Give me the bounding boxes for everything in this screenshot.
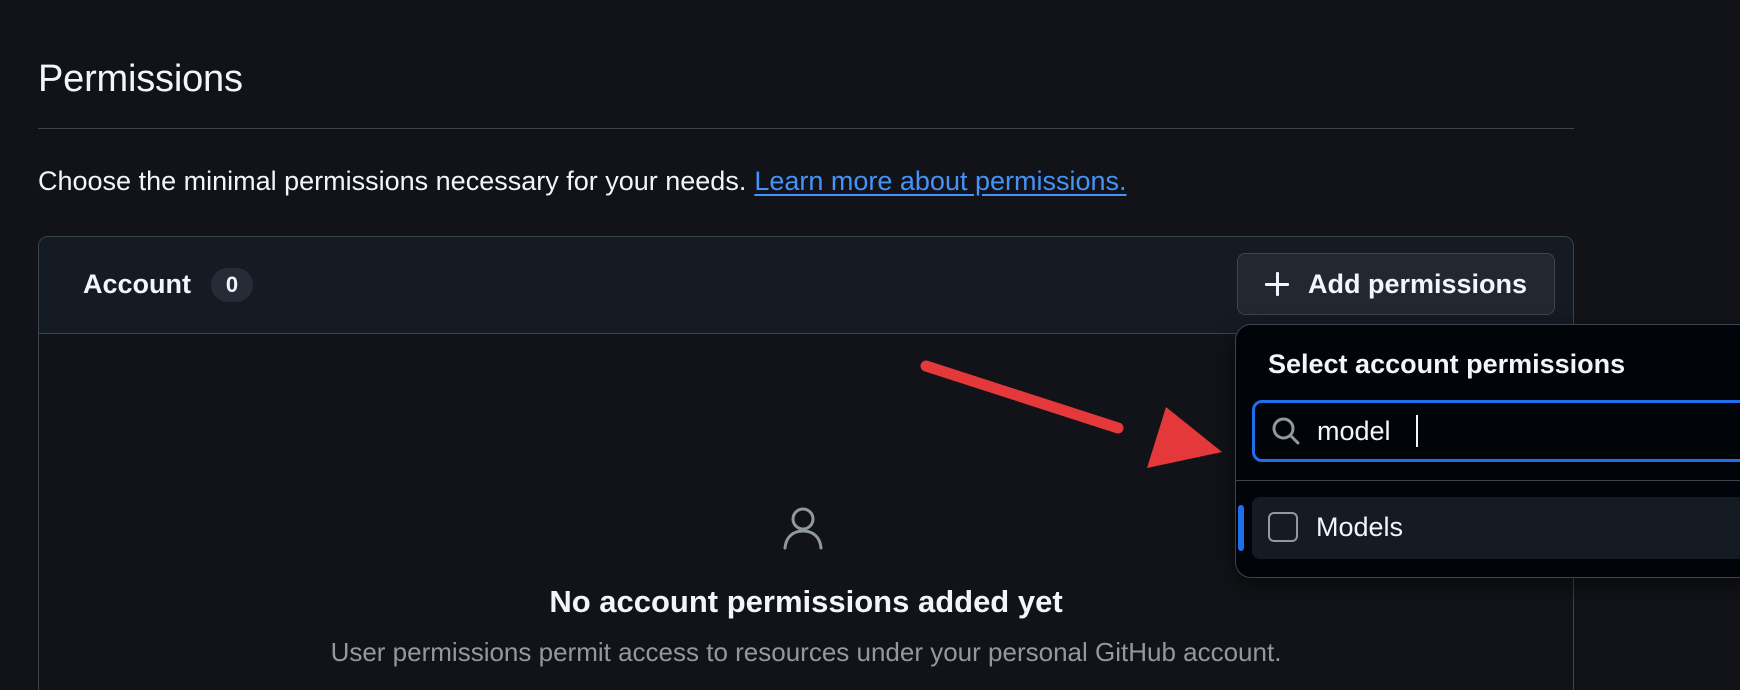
models-checkbox[interactable] bbox=[1268, 512, 1298, 542]
dropdown-title: Select account permissions bbox=[1268, 349, 1626, 379]
empty-state-title: No account permissions added yet bbox=[549, 584, 1063, 619]
title-divider bbox=[38, 128, 1574, 129]
permission-option-models[interactable]: Models bbox=[1238, 497, 1740, 559]
active-item-indicator bbox=[1238, 505, 1244, 551]
search-icon bbox=[1272, 417, 1300, 445]
learn-more-link[interactable]: Learn more about permissions. bbox=[754, 166, 1126, 196]
permissions-description: Choose the minimal permissions necessary… bbox=[38, 166, 1127, 197]
permission-search-box[interactable] bbox=[1252, 400, 1740, 462]
dropdown-divider bbox=[1236, 480, 1740, 481]
add-permissions-label: Add permissions bbox=[1308, 268, 1528, 299]
description-text: Choose the minimal permissions necessary… bbox=[38, 166, 747, 196]
empty-state-subtitle: User permissions permit access to resour… bbox=[330, 637, 1282, 667]
account-card-header: Account 0 Add permissions bbox=[39, 237, 1573, 334]
permission-option-label: Models bbox=[1316, 512, 1404, 542]
page-title: Permissions bbox=[38, 58, 243, 100]
person-icon bbox=[783, 507, 823, 550]
add-permissions-button[interactable]: Add permissions bbox=[1237, 253, 1555, 315]
account-label: Account bbox=[83, 269, 191, 299]
text-caret bbox=[1416, 415, 1418, 447]
plus-icon bbox=[1264, 271, 1290, 297]
permission-search-input[interactable] bbox=[1317, 403, 1717, 459]
page: Permissions Choose the minimal permissio… bbox=[0, 0, 1740, 690]
permission-count-badge: 0 bbox=[211, 268, 253, 302]
select-permissions-dropdown: Select account permissions Models bbox=[1235, 324, 1740, 578]
